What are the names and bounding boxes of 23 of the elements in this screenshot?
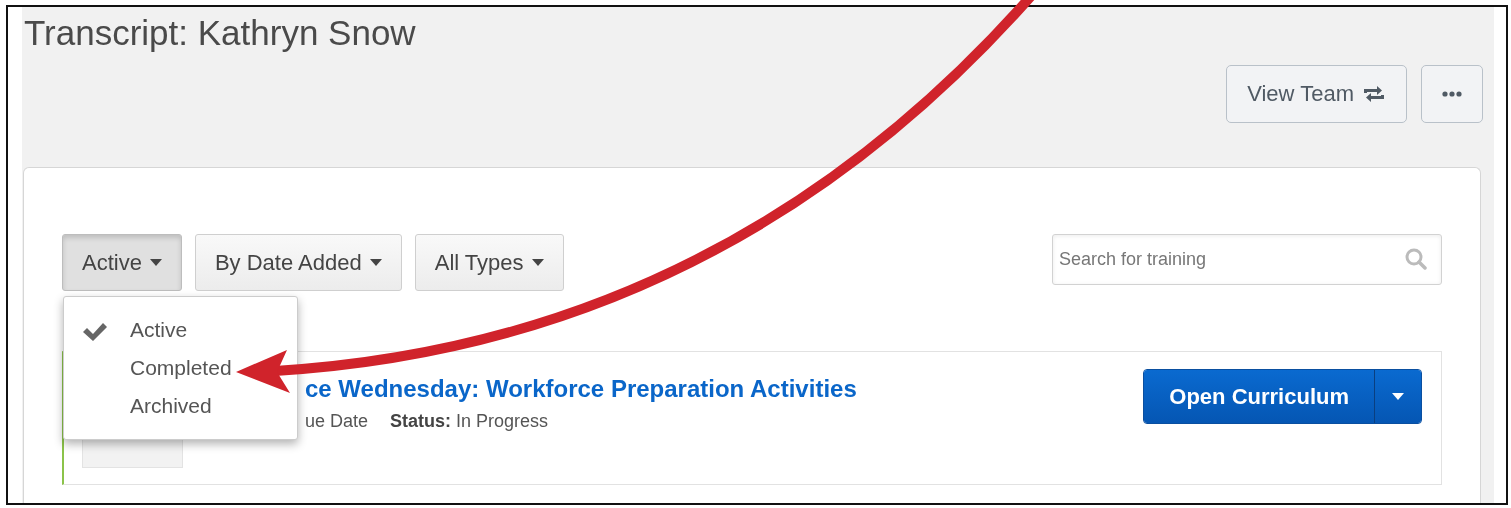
caret-icon bbox=[369, 259, 382, 266]
repeat-icon bbox=[1362, 85, 1386, 103]
view-team-button[interactable]: View Team bbox=[1226, 65, 1407, 123]
search-icon bbox=[1405, 248, 1427, 270]
more-icon bbox=[1442, 91, 1462, 97]
filter-dropdown[interactable]: All Types bbox=[414, 234, 564, 291]
caret-icon bbox=[149, 259, 162, 266]
caret-icon bbox=[1392, 393, 1404, 400]
training-title[interactable]: ce Wednesday: Workforce Preparation Activities bbox=[305, 375, 857, 403]
checkmark-icon bbox=[82, 322, 108, 342]
menu-item[interactable]: Active bbox=[64, 311, 297, 349]
filter-dropdown[interactable]: By Date Added bbox=[194, 234, 402, 291]
more-button[interactable] bbox=[1421, 65, 1483, 123]
caret-icon bbox=[531, 259, 544, 266]
options-dropdown-button[interactable] bbox=[1374, 370, 1421, 423]
menu-item[interactable]: Completed bbox=[64, 349, 297, 387]
page-title: Transcript: Kathryn Snow bbox=[24, 12, 417, 54]
menu-item[interactable]: Archived bbox=[64, 387, 297, 425]
search-field[interactable]: Search for training bbox=[1052, 234, 1442, 285]
filter-dropdown[interactable]: Active bbox=[62, 234, 182, 291]
due-date-text: ue Date bbox=[305, 411, 369, 432]
status-text: Status: In Progress bbox=[390, 411, 549, 432]
open-curriculum-button[interactable]: Open Curriculum bbox=[1144, 370, 1374, 423]
